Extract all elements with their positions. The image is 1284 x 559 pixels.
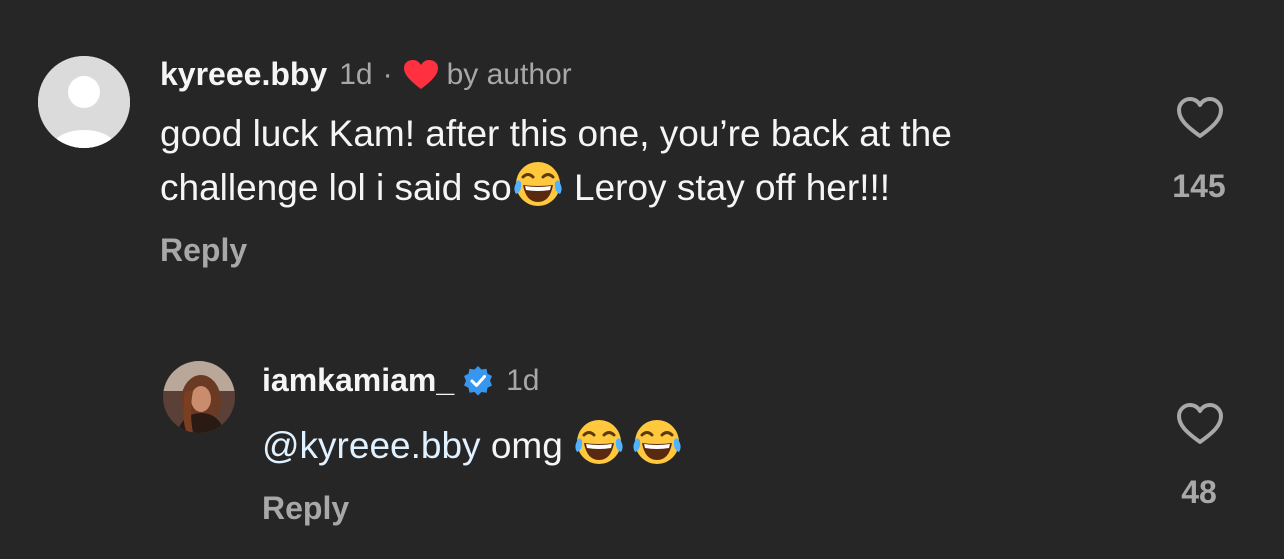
like-count: 48	[1181, 474, 1217, 510]
heart-icon	[403, 59, 439, 91]
timestamp: 1d	[506, 363, 540, 397]
liked-by-author-label: by author	[446, 57, 572, 91]
heart-outline-icon	[1177, 97, 1223, 138]
avatar-kyreee[interactable]	[38, 56, 130, 148]
verified-badge-icon	[462, 365, 494, 397]
comment-text: good luck Kam! after this one, you’re ba…	[160, 110, 952, 212]
laughing-emoji-icon	[631, 416, 683, 468]
timestamp: 1d	[339, 57, 373, 91]
comment-text: @kyreee.bby omg	[262, 416, 683, 470]
separator-dot: ·	[382, 57, 393, 91]
like-button[interactable]	[1170, 402, 1230, 446]
avatar-iamkamiam[interactable]	[163, 361, 235, 433]
like-button[interactable]	[1170, 96, 1230, 140]
like-count: 145	[1172, 168, 1226, 204]
laughing-emoji-icon	[573, 416, 625, 468]
comment-text-line2a: challenge lol i said so	[160, 167, 512, 208]
laughing-emoji-icon	[512, 158, 564, 210]
username[interactable]: kyreee.bby	[160, 56, 327, 93]
reply-button[interactable]: Reply	[262, 490, 349, 527]
reply-button[interactable]: Reply	[160, 232, 247, 269]
username[interactable]: iamkamiam_	[262, 362, 454, 399]
comment-meta: kyreee.bby 1d · by author	[160, 56, 572, 93]
comment-text-line2b: Leroy stay off her!!!	[563, 167, 891, 208]
comment-text-rest: omg	[480, 425, 574, 466]
default-avatar-icon	[38, 56, 130, 148]
heart-outline-icon	[1177, 403, 1223, 444]
comment-text-line1: good luck Kam! after this one, you’re ba…	[160, 113, 952, 154]
comment-meta: iamkamiam_ 1d	[262, 362, 540, 399]
profile-photo-icon	[163, 361, 235, 433]
mention-link[interactable]: @kyreee.bby	[262, 425, 481, 466]
